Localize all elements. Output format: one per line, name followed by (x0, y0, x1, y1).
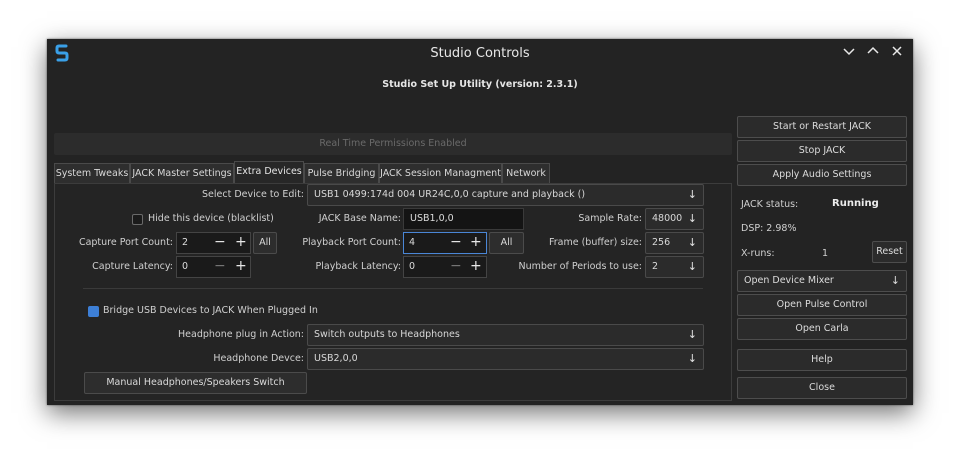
tab-system-tweaks[interactable]: System Tweaks (54, 163, 130, 183)
minus-icon[interactable]: − (450, 257, 462, 276)
device-select[interactable]: USB1 0499:174d 004 UR24C,0,0 capture and… (307, 184, 704, 206)
playback-latency-label: Playback Latency: (315, 261, 401, 272)
manual-switch-button[interactable]: Manual Headphones/Speakers Switch (84, 372, 307, 394)
open-pulse-control-button[interactable]: Open Pulse Control (737, 294, 907, 316)
headphone-device-select[interactable]: USB2,0,0 ↓ (307, 348, 704, 370)
device-select-value: USB1 0499:174d 004 UR24C,0,0 capture and… (314, 189, 586, 200)
capture-all-button[interactable]: All (253, 232, 277, 254)
open-device-mixer-label: Open Device Mixer (744, 275, 834, 286)
xruns-value: 1 (822, 248, 829, 259)
playback-port-count-spinbox[interactable]: 4 − + (403, 232, 487, 254)
capture-latency-spinbox[interactable]: 0 − + (176, 256, 251, 278)
utility-subtitle: Studio Set Up Utility (version: 2.3.1) (382, 79, 578, 90)
close-button[interactable]: Close (737, 377, 907, 399)
plus-icon[interactable]: + (235, 233, 247, 252)
tab-pulse-bridging[interactable]: Pulse Bridging (304, 163, 379, 183)
minus-icon[interactable]: − (214, 233, 226, 252)
playback-latency-spinbox[interactable]: 0 − + (403, 256, 487, 278)
apply-audio-settings-button[interactable]: Apply Audio Settings (737, 164, 907, 186)
playback-port-count-value: 4 (409, 237, 416, 248)
tab-extra-devices[interactable]: Extra Devices (234, 161, 304, 184)
minimize-button[interactable] (841, 45, 857, 61)
arrow-down-icon: ↓ (890, 274, 900, 287)
select-device-label: Select Device to Edit: (202, 189, 304, 200)
jack-status-value: Running (832, 198, 879, 209)
tab-jack-master-settings[interactable]: JACK Master Settings (130, 163, 234, 183)
plus-icon[interactable]: + (470, 257, 482, 276)
capture-port-count-value: 2 (182, 237, 189, 248)
close-icon (892, 46, 902, 56)
minus-icon[interactable]: − (214, 257, 226, 276)
frame-size-value: 256 (652, 237, 671, 248)
headphone-action-value: Switch outputs to Headphones (314, 329, 460, 340)
arrow-down-icon: ↓ (687, 260, 697, 273)
chevron-down-icon (843, 48, 855, 56)
extra-devices-panel: Select Device to Edit: USB1 0499:174d 00… (54, 183, 732, 401)
arrow-down-icon: ↓ (687, 352, 697, 365)
bridge-usb-checkbox[interactable] (88, 306, 99, 317)
playback-latency-value: 0 (409, 261, 416, 272)
rt-permissions-status: Real Time Permissions Enabled (54, 133, 732, 155)
arrow-down-icon: ↓ (687, 328, 697, 341)
maximize-button[interactable] (865, 45, 881, 61)
frame-size-select[interactable]: 256 ↓ (645, 232, 704, 254)
headphone-action-select[interactable]: Switch outputs to Headphones ↓ (307, 324, 704, 346)
stop-jack-button[interactable]: Stop JACK (737, 140, 907, 162)
arrow-down-icon: ↓ (687, 188, 697, 201)
tab-network[interactable]: Network (502, 163, 550, 183)
frame-size-label: Frame (buffer) size: (548, 237, 642, 248)
headphone-device-label: Headphone Devce: (213, 353, 304, 364)
sample-rate-value: 48000 (652, 213, 683, 224)
capture-port-count-label: Capture Port Count: (78, 237, 173, 248)
xruns-label: X-runs: (741, 248, 775, 259)
chevron-up-icon (867, 46, 879, 54)
hide-device-label[interactable]: Hide this device (blacklist) (148, 213, 274, 224)
title-bar[interactable]: Studio Controls (47, 39, 913, 67)
capture-latency-value: 0 (182, 261, 189, 272)
headphone-action-label: Headphone plug in Action: (178, 329, 304, 340)
capture-latency-label: Capture Latency: (92, 261, 173, 272)
hide-device-checkbox[interactable] (132, 214, 143, 225)
arrow-down-icon: ↓ (687, 236, 697, 249)
plus-icon[interactable]: + (235, 257, 247, 276)
playback-all-button[interactable]: All (489, 232, 524, 254)
open-device-mixer-select[interactable]: Open Device Mixer ↓ (737, 270, 907, 292)
close-window-button[interactable] (889, 45, 905, 61)
sample-rate-select[interactable]: 48000 ↓ (645, 208, 704, 230)
sample-rate-label: Sample Rate: (578, 213, 642, 224)
headphone-device-value: USB2,0,0 (314, 353, 358, 364)
jack-base-name-input[interactable]: USB1,0,0 (403, 208, 524, 230)
jack-base-name-label: JACK Base Name: (318, 213, 401, 224)
tab-jack-session-managment[interactable]: JACK Session Managment (379, 163, 502, 183)
dsp-load: DSP: 2.98% (741, 223, 797, 234)
section-divider (83, 288, 703, 289)
periods-select[interactable]: 2 ↓ (645, 256, 704, 278)
playback-port-count-label: Playback Port Count: (302, 237, 401, 248)
reset-xruns-button[interactable]: Reset (872, 241, 907, 263)
periods-label: Number of Periods to use: (518, 261, 642, 272)
window-title: Studio Controls (430, 46, 530, 61)
arrow-down-icon: ↓ (687, 212, 697, 225)
plus-icon[interactable]: + (470, 233, 482, 252)
minus-icon[interactable]: − (450, 233, 462, 252)
periods-value: 2 (652, 261, 659, 272)
studio-controls-window: Studio Controls Studio Set Up Utility (v… (47, 39, 913, 405)
jack-status-label: JACK status: (741, 199, 799, 210)
bridge-usb-label[interactable]: Bridge USB Devices to JACK When Plugged … (103, 305, 318, 316)
open-carla-button[interactable]: Open Carla (737, 318, 907, 340)
help-button[interactable]: Help (737, 349, 907, 371)
start-restart-jack-button[interactable]: Start or Restart JACK (737, 116, 907, 138)
capture-port-count-spinbox[interactable]: 2 − + (176, 232, 251, 254)
